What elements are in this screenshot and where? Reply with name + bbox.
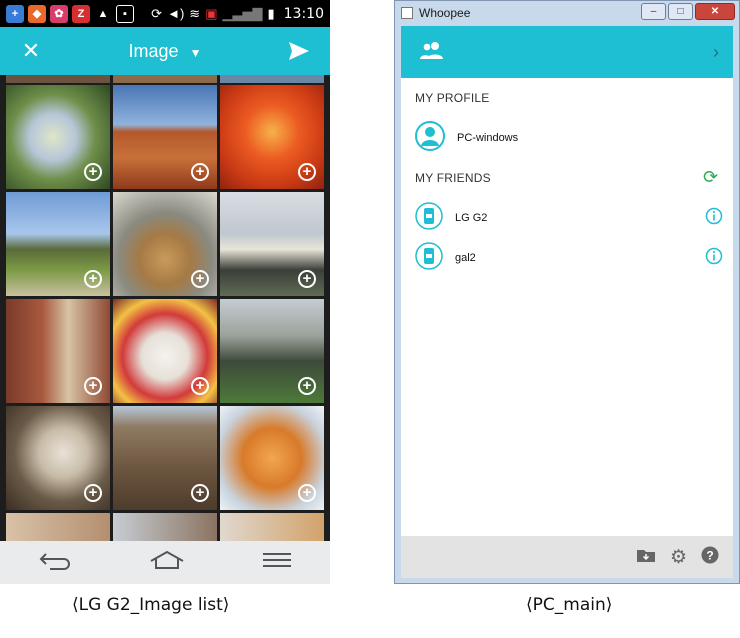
add-notification-icon: + (6, 4, 24, 23)
friend-row[interactable]: gal2 (415, 241, 725, 275)
image-thumbnail-palace[interactable]: + (220, 192, 324, 296)
friends-header-bar[interactable]: › (401, 26, 733, 78)
image-thumbnail-cat-scarf[interactable]: + (113, 299, 217, 403)
dropdown-arrow-icon: ▼ (189, 45, 202, 60)
add-icon[interactable]: + (84, 484, 102, 502)
window-title-bar: Whoopee ‒ □ ✕ (395, 1, 739, 25)
friend-name: LG G2 (455, 212, 488, 224)
add-icon[interactable]: + (191, 270, 209, 288)
app-icon (401, 7, 413, 19)
app-bar: ✕ Image ▼ (0, 27, 330, 75)
image-thumbnail-cat-glasses[interactable]: + (113, 192, 217, 296)
add-icon[interactable]: + (191, 484, 209, 502)
zapya-notification-icon: Z (72, 4, 90, 23)
gallery-notification-icon: ✿ (50, 4, 68, 23)
add-icon[interactable]: + (298, 163, 316, 181)
minimize-button[interactable]: ‒ (641, 3, 666, 20)
image-thumbnail-flower[interactable]: + (220, 85, 324, 189)
svg-text:?: ? (706, 548, 713, 562)
image-thumbnail-building[interactable]: + (6, 299, 110, 403)
sync-icon: ⟳ (151, 5, 163, 21)
home-icon[interactable] (149, 550, 185, 575)
image-thumbnail[interactable] (113, 75, 217, 83)
chevron-right-icon[interactable]: › (713, 42, 719, 63)
window-title: Whoopee (419, 6, 471, 20)
phone-device-icon (415, 241, 443, 275)
add-icon[interactable]: + (298, 377, 316, 395)
phone-device-icon (415, 201, 443, 235)
image-thumbnail-kitten[interactable]: + (220, 406, 324, 510)
help-icon[interactable]: ? (701, 546, 719, 569)
add-icon[interactable]: + (84, 377, 102, 395)
profile-avatar-icon (415, 120, 445, 156)
back-icon[interactable] (38, 550, 72, 575)
folder-download-icon[interactable] (636, 547, 656, 568)
signal-icon: ▁▃▅▇ (222, 5, 263, 21)
navigation-bar (0, 541, 330, 584)
phone-screen: + ◆ ✿ Z ▲ ▪ ⟳ ◄) ≋ ▣ ▁▃▅▇ ▮ 13:10 ✕ Imag… (0, 0, 330, 584)
no-sim-icon: ▣ (205, 5, 218, 21)
refresh-icon[interactable]: ⟳ (703, 167, 718, 188)
volume-icon: ◄) (167, 6, 185, 21)
close-icon[interactable]: ✕ (0, 38, 62, 64)
status-bar: + ◆ ✿ Z ▲ ▪ ⟳ ◄) ≋ ▣ ▁▃▅▇ ▮ 13:10 (0, 0, 330, 27)
app-notification-icon: ◆ (28, 4, 46, 23)
pc-caption: ⟨PC_main⟩ (526, 595, 613, 615)
image-type-dropdown[interactable]: Image ▼ (62, 41, 268, 62)
add-icon[interactable]: + (191, 377, 209, 395)
warning-icon: ▲ (97, 7, 109, 20)
image-thumbnail-park[interactable]: + (6, 192, 110, 296)
close-button[interactable]: ✕ (695, 3, 735, 20)
add-icon[interactable]: + (298, 484, 316, 502)
status-time: 13:10 (283, 5, 324, 22)
wifi-icon: ≋ (189, 5, 201, 21)
image-thumbnail[interactable] (220, 75, 324, 83)
friend-name: gal2 (455, 252, 476, 264)
image-thumbnail[interactable] (6, 75, 110, 83)
image-thumbnail-siamese-cat[interactable]: + (6, 406, 110, 510)
menu-icon[interactable] (262, 551, 292, 574)
add-icon[interactable]: + (298, 270, 316, 288)
image-thumbnail[interactable] (113, 513, 217, 543)
profile-name: PC-windows (457, 132, 519, 144)
people-icon (419, 40, 445, 65)
info-icon[interactable] (705, 247, 723, 270)
image-thumbnail-hydrangea[interactable]: + (6, 85, 110, 189)
phone-caption: ⟨LG G2_Image list⟩ (72, 595, 230, 615)
my-profile-label: MY PROFILE (415, 91, 490, 105)
send-icon[interactable] (268, 41, 330, 61)
image-thumbnail-statue[interactable]: + (220, 299, 324, 403)
app-bar-title: Image (128, 40, 179, 61)
friend-row[interactable]: LG G2 (415, 201, 725, 235)
bottom-toolbar: ⚙ ? (401, 536, 733, 578)
image-thumbnail[interactable] (6, 513, 110, 543)
settings-gear-icon[interactable]: ⚙ (670, 546, 687, 569)
pc-app-window: Whoopee ‒ □ ✕ › MY PROFILE PC-windows MY… (394, 0, 740, 584)
image-grid: + + + + + + + + + + + + (0, 75, 330, 543)
image-thumbnail-town-hall[interactable]: + (113, 406, 217, 510)
battery-icon: ▮ (267, 5, 275, 21)
profile-row[interactable]: PC-windows (415, 120, 725, 156)
add-icon[interactable]: + (84, 270, 102, 288)
add-icon[interactable]: + (191, 163, 209, 181)
image-thumbnail-canyon[interactable]: + (113, 85, 217, 189)
image-thumbnail[interactable] (220, 513, 324, 543)
my-friends-label: MY FRIENDS (415, 171, 491, 185)
app-client-area: › MY PROFILE PC-windows MY FRIENDS ⟳ LG … (401, 26, 733, 578)
image-notification-icon: ▪ (116, 4, 134, 23)
add-icon[interactable]: + (84, 163, 102, 181)
info-icon[interactable] (705, 207, 723, 230)
maximize-button[interactable]: □ (668, 3, 693, 20)
